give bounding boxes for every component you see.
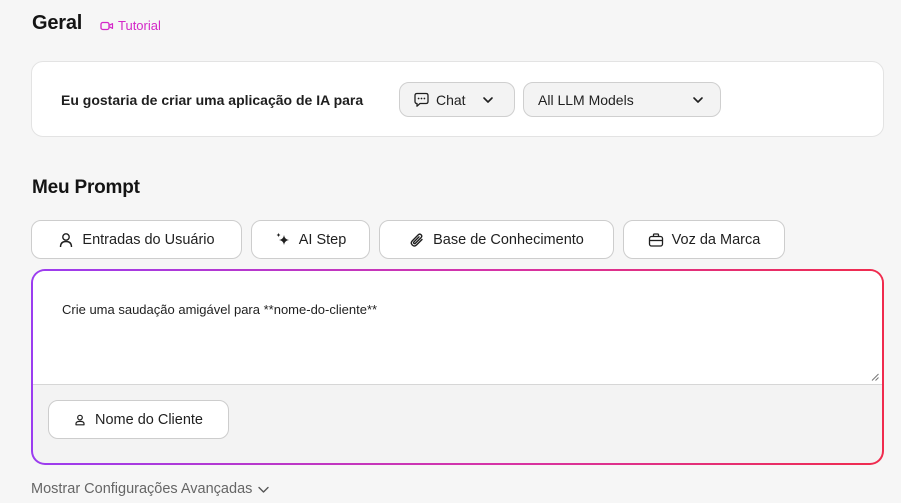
brand-voice-label: Voz da Marca <box>671 231 761 248</box>
sparkle-icon <box>276 232 289 245</box>
chevron-down-icon <box>482 96 493 103</box>
knowledge-base-button[interactable]: Base de Conhecimento <box>379 220 614 259</box>
chevron-down-icon <box>693 97 703 103</box>
prompt-editor: Crie uma saudação amigável para **nome-d… <box>31 269 884 465</box>
app-type-value: Chat <box>436 91 466 108</box>
customer-name-variable-button[interactable]: Nome do Cliente <box>48 400 229 439</box>
tutorial-label: Tutorial <box>118 18 161 33</box>
ai-step-button[interactable]: AI Step <box>251 220 370 259</box>
tutorial-link[interactable]: Tutorial <box>100 18 161 33</box>
geral-section-title: Geral <box>32 12 83 34</box>
app-config-card: Eu gostaria de criar uma aplicação de IA… <box>31 61 884 137</box>
prompt-section-title: Meu Prompt <box>32 177 140 198</box>
knowledge-base-label: Base de Conhecimento <box>433 231 584 248</box>
user-icon <box>75 414 85 425</box>
chevron-down-icon <box>258 486 270 493</box>
customer-name-variable-label: Nome do Cliente <box>95 411 203 428</box>
paperclip-icon <box>410 232 423 247</box>
user-inputs-label: Entradas do Usuário <box>82 231 215 248</box>
ai-step-label: AI Step <box>298 231 347 248</box>
brand-voice-button[interactable]: Voz da Marca <box>623 220 785 259</box>
prompt-textarea[interactable]: Crie uma saudação amigável para **nome-d… <box>33 271 882 385</box>
user-icon <box>60 232 73 247</box>
advanced-settings-toggle[interactable]: Mostrar Configurações Avançadas <box>31 481 270 497</box>
resize-handle-icon[interactable] <box>871 373 879 381</box>
user-inputs-button[interactable]: Entradas do Usuário <box>31 220 242 259</box>
app-type-select[interactable]: Chat <box>399 82 515 117</box>
llm-model-select[interactable]: All LLM Models <box>523 82 721 117</box>
advanced-settings-label: Mostrar Configurações Avançadas <box>31 481 253 497</box>
briefcase-icon <box>648 232 663 247</box>
llm-model-value: All LLM Models <box>538 91 634 108</box>
chat-bubble-icon <box>414 92 429 107</box>
video-icon <box>100 21 114 30</box>
prompt-editor-inner: Crie uma saudação amigável para **nome-d… <box>33 271 882 463</box>
app-config-sentence: Eu gostaria de criar uma aplicação de IA… <box>61 92 364 108</box>
prompt-text: Crie uma saudação amigável para **nome-d… <box>62 302 378 317</box>
